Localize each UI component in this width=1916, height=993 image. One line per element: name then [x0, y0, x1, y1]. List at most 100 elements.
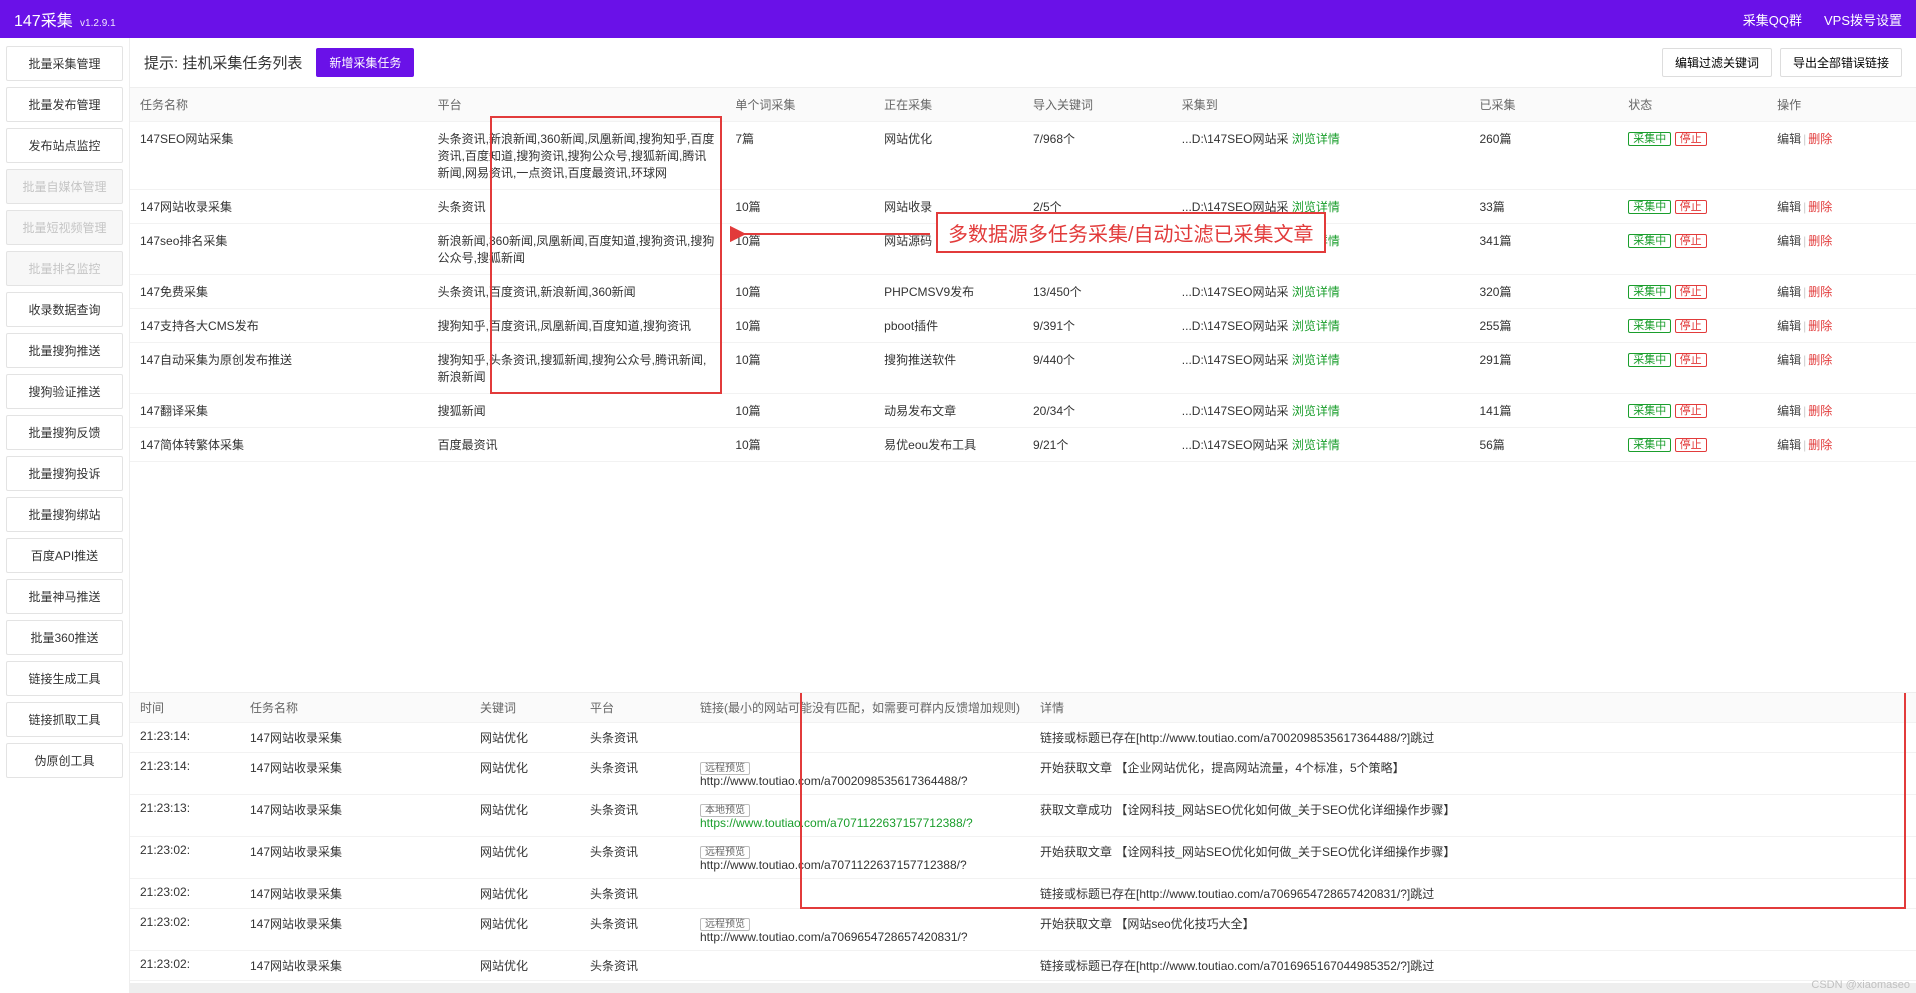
sidebar-item-15[interactable]: 链接生成工具	[6, 661, 123, 696]
task-row: 147seo排名采集新浪新闻,360新闻,凤凰新闻,百度知道,搜狗资讯,搜狗公众…	[130, 224, 1916, 275]
edit-link[interactable]: 编辑	[1777, 234, 1801, 248]
stop-button[interactable]: 停止	[1675, 353, 1707, 367]
delete-link[interactable]: 删除	[1808, 285, 1832, 299]
stop-button[interactable]: 停止	[1675, 319, 1707, 333]
edit-link[interactable]: 编辑	[1777, 200, 1801, 214]
filter-keywords-button[interactable]: 编辑过滤关键词	[1662, 48, 1772, 77]
toplink-qq[interactable]: 采集QQ群	[1743, 10, 1802, 29]
cell-log-task: 147网站收录采集	[240, 753, 470, 795]
cell-log-keyword: 网站优化	[470, 837, 580, 879]
view-detail-link[interactable]: 浏览详情	[1292, 404, 1340, 418]
sidebar-item-7[interactable]: 批量搜狗推送	[6, 333, 123, 368]
cell-log-detail: 链接或标题已存在[http://www.toutiao.com/a7069654…	[1030, 879, 1916, 909]
view-detail-link[interactable]: 浏览详情	[1292, 132, 1340, 146]
edit-link[interactable]: 编辑	[1777, 404, 1801, 418]
cell-log-platform: 头条资讯	[580, 723, 690, 753]
edit-link[interactable]: 编辑	[1777, 285, 1801, 299]
cell-collecting: pboot插件	[874, 309, 1023, 343]
cell-platform: 头条资讯	[428, 190, 726, 224]
export-errorlinks-button[interactable]: 导出全部错误链接	[1780, 48, 1902, 77]
edit-link[interactable]: 编辑	[1777, 438, 1801, 452]
sidebar-item-6[interactable]: 收录数据查询	[6, 292, 123, 327]
cell-log-task: 147网站收录采集	[240, 909, 470, 951]
cell-imported-kw: 9/440个	[1023, 343, 1172, 394]
cell-single: 10篇	[725, 394, 874, 428]
delete-link[interactable]: 删除	[1808, 319, 1832, 333]
cell-log-keyword: 网站优化	[470, 723, 580, 753]
view-detail-link[interactable]: 浏览详情	[1292, 200, 1340, 214]
edit-link[interactable]: 编辑	[1777, 319, 1801, 333]
stop-button[interactable]: 停止	[1675, 285, 1707, 299]
delete-link[interactable]: 删除	[1808, 404, 1832, 418]
sidebar-item-1[interactable]: 批量发布管理	[6, 87, 123, 122]
task-row: 147网站收录采集头条资讯10篇网站收录2/5个...D:\147SEO网站采 …	[130, 190, 1916, 224]
cell-imported-kw: 7/968个	[1023, 122, 1172, 190]
sidebar-item-9[interactable]: 批量搜狗反馈	[6, 415, 123, 450]
sidebar-item-11[interactable]: 批量搜狗绑站	[6, 497, 123, 532]
edit-link[interactable]: 编辑	[1777, 132, 1801, 146]
log-url[interactable]: https://www.toutiao.com/a707112263715771…	[700, 816, 973, 830]
toplink-vps[interactable]: VPS拨号设置	[1824, 10, 1902, 29]
view-detail-link[interactable]: 浏览详情	[1292, 234, 1340, 248]
task-table: 任务名称 平台 单个词采集 正在采集 导入关键词 采集到 已采集 状态 操作 1…	[130, 88, 1916, 462]
stop-button[interactable]: 停止	[1675, 438, 1707, 452]
th-op: 操作	[1767, 88, 1916, 122]
view-detail-link[interactable]: 浏览详情	[1292, 438, 1340, 452]
th-status: 状态	[1618, 88, 1767, 122]
cell-imported-kw: 9/391个	[1023, 309, 1172, 343]
th-collected: 已采集	[1469, 88, 1618, 122]
sidebar-item-12[interactable]: 百度API推送	[6, 538, 123, 573]
sidebar-item-14[interactable]: 批量360推送	[6, 620, 123, 655]
cell-imported-kw: 13/450个	[1023, 275, 1172, 309]
stop-button[interactable]: 停止	[1675, 200, 1707, 214]
view-detail-link[interactable]: 浏览详情	[1292, 319, 1340, 333]
edit-link[interactable]: 编辑	[1777, 353, 1801, 367]
cell-status: 采集中 停止	[1618, 224, 1767, 275]
cell-log-time: 21:23:02:	[130, 951, 240, 981]
new-task-button[interactable]: 新增采集任务	[316, 48, 414, 77]
view-detail-link[interactable]: 浏览详情	[1292, 285, 1340, 299]
cell-log-task: 147网站收录采集	[240, 795, 470, 837]
sidebar-item-2[interactable]: 发布站点监控	[6, 128, 123, 163]
cell-platform: 头条资讯,新浪新闻,360新闻,凤凰新闻,搜狗知乎,百度资讯,百度知道,搜狗资讯…	[428, 122, 726, 190]
delete-link[interactable]: 删除	[1808, 234, 1832, 248]
sidebar-item-17[interactable]: 伪原创工具	[6, 743, 123, 778]
log-row: 21:23:02:147网站收录采集网站优化头条资讯链接或标题已存在[http:…	[130, 879, 1916, 909]
cell-op: 编辑|删除	[1767, 428, 1916, 462]
sidebar-item-13[interactable]: 批量神马推送	[6, 579, 123, 614]
cell-task-name: 147网站收录采集	[130, 190, 428, 224]
stop-button[interactable]: 停止	[1675, 234, 1707, 248]
sidebar-item-16[interactable]: 链接抓取工具	[6, 702, 123, 737]
stop-button[interactable]: 停止	[1675, 132, 1707, 146]
sidebar-item-8[interactable]: 搜狗验证推送	[6, 374, 123, 409]
delete-link[interactable]: 删除	[1808, 438, 1832, 452]
log-row: 21:23:14:147网站收录采集网站优化头条资讯远程预览http://www…	[130, 753, 1916, 795]
log-horizontal-scrollbar[interactable]	[130, 983, 1916, 993]
delete-link[interactable]: 删除	[1808, 132, 1832, 146]
delete-link[interactable]: 删除	[1808, 353, 1832, 367]
cell-imported-kw: 9/21个	[1023, 428, 1172, 462]
th-log-keyword: 关键词	[470, 693, 580, 723]
cell-log-link: 远程预览http://www.toutiao.com/a700209853561…	[690, 753, 1030, 795]
th-collect-to: 采集到	[1172, 88, 1470, 122]
stop-button[interactable]: 停止	[1675, 404, 1707, 418]
cell-log-task: 147网站收录采集	[240, 837, 470, 879]
sidebar-item-10[interactable]: 批量搜狗投诉	[6, 456, 123, 491]
log-url[interactable]: http://www.toutiao.com/a7071122637157712…	[700, 858, 967, 872]
th-log-platform: 平台	[580, 693, 690, 723]
cell-log-time: 21:23:13:	[130, 795, 240, 837]
cell-collecting: 网站源码	[874, 224, 1023, 275]
cell-op: 编辑|删除	[1767, 309, 1916, 343]
cell-collecting: 搜狗推送软件	[874, 343, 1023, 394]
sidebar-item-0[interactable]: 批量采集管理	[6, 46, 123, 81]
view-detail-link[interactable]: 浏览详情	[1292, 353, 1340, 367]
cell-collect-to: ...D:\147SEO网站采 浏览详情	[1172, 428, 1470, 462]
delete-link[interactable]: 删除	[1808, 200, 1832, 214]
status-badge: 采集中	[1628, 319, 1671, 333]
cell-log-detail: 链接或标题已存在[http://www.toutiao.com/a7002098…	[1030, 723, 1916, 753]
cell-platform: 百度最资讯	[428, 428, 726, 462]
cell-log-task: 147网站收录采集	[240, 723, 470, 753]
cell-log-link: 远程预览http://www.toutiao.com/a707112263715…	[690, 837, 1030, 879]
log-url[interactable]: http://www.toutiao.com/a7002098535617364…	[700, 774, 968, 788]
log-url[interactable]: http://www.toutiao.com/a7069654728657420…	[700, 930, 968, 944]
